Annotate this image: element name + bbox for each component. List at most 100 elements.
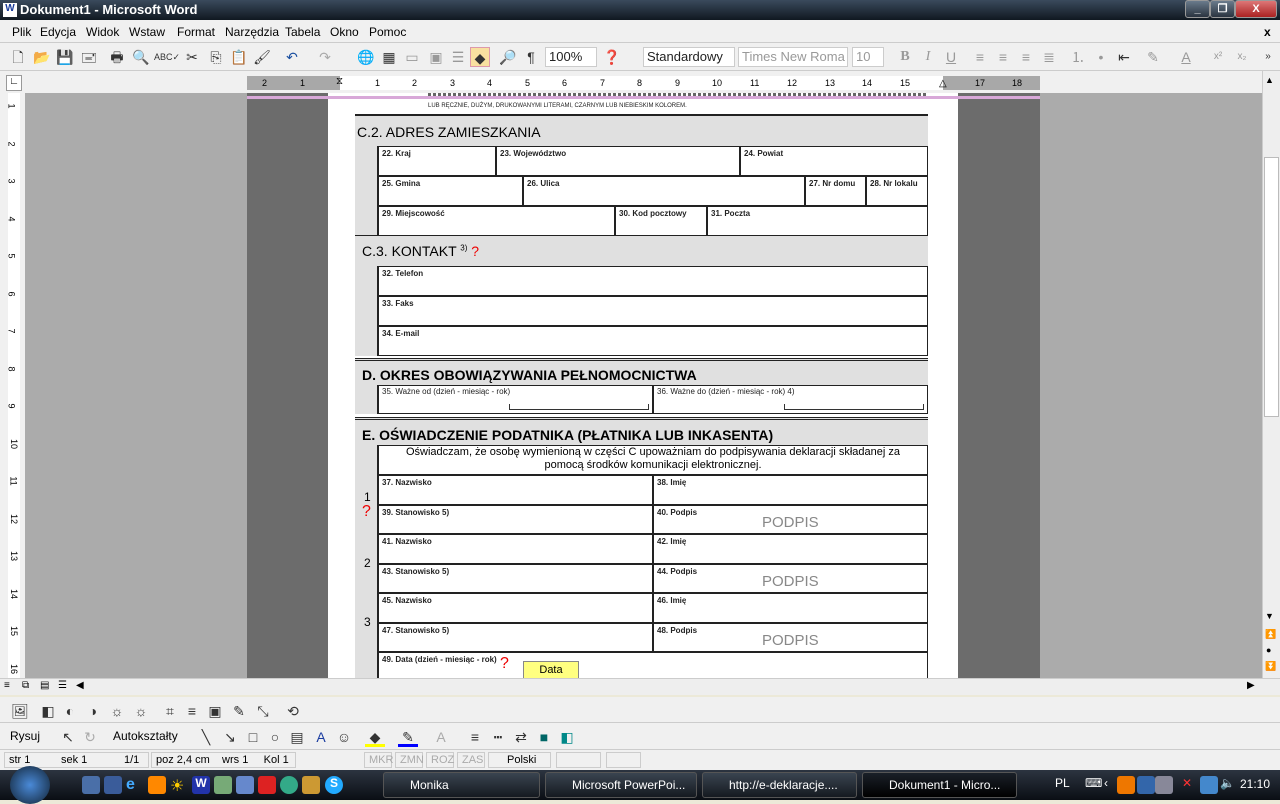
tray-icon[interactable] — [1137, 776, 1155, 794]
surname-field[interactable]: 37. Nazwisko — [378, 475, 653, 505]
scroll-right-icon[interactable]: ▶ — [1247, 680, 1255, 691]
hyperlink-icon[interactable]: 🌐 — [356, 47, 376, 67]
tables-borders-icon[interactable]: ▦ — [379, 47, 399, 67]
app-icon[interactable] — [302, 776, 320, 794]
rectangle-icon[interactable]: □ — [243, 727, 263, 747]
print-layout-icon[interactable]: ▤ — [40, 680, 49, 691]
underline-button[interactable]: U — [941, 47, 961, 67]
contact-field[interactable]: 32. Telefon — [378, 266, 928, 296]
copy-icon[interactable]: ⎘ — [206, 47, 226, 67]
select-browse-object-icon[interactable]: ● — [1266, 645, 1271, 655]
outline-view-icon[interactable]: ☰ — [58, 680, 67, 691]
signature-field[interactable]: 44. Podpis PODPIS — [653, 564, 928, 593]
menu-okno[interactable]: Okno — [330, 25, 359, 39]
tab-selector-icon[interactable]: ∟ — [6, 75, 22, 91]
bullets-icon[interactable]: • — [1091, 47, 1111, 67]
draw-menu[interactable]: Rysuj — [10, 729, 40, 743]
address-field[interactable]: 24. Powiat — [740, 146, 928, 176]
insert-table-icon[interactable]: ▭ — [402, 47, 422, 67]
menu-pomoc[interactable]: Pomoc — [369, 25, 406, 39]
font-select[interactable]: Times New Roma — [738, 47, 848, 67]
signature-field[interactable]: 40. Podpis PODPIS — [653, 505, 928, 534]
help-icon[interactable]: ❓ — [602, 47, 622, 67]
more-brightness-icon[interactable]: ☼ — [107, 701, 127, 721]
decrease-indent-icon[interactable]: ⇤ — [1114, 47, 1134, 67]
toolbar-options-icon[interactable]: » — [1258, 47, 1278, 67]
wordart-icon[interactable]: A — [311, 727, 331, 747]
word-icon[interactable]: W — [192, 776, 210, 794]
position-field[interactable]: 39. Stanowisko 5) — [378, 505, 653, 534]
surname-field[interactable]: 41. Nazwisko — [378, 534, 653, 564]
insert-excel-icon[interactable]: ▣ — [426, 47, 446, 67]
menu-wstaw[interactable]: Wstaw — [129, 25, 165, 39]
print-icon[interactable]: 🖶 — [107, 47, 127, 67]
menu-tabela[interactable]: Tabela — [285, 25, 320, 39]
3d-icon[interactable]: ◧ — [557, 727, 577, 747]
restore-button[interactable]: ❐ — [1210, 0, 1235, 18]
signature-placeholder[interactable]: PODPIS — [762, 632, 819, 649]
task-monika[interactable]: Monika — [383, 772, 540, 798]
address-field[interactable]: 31. Poczta — [707, 206, 928, 236]
skype-icon[interactable]: S — [325, 776, 343, 794]
extend-indicator[interactable]: ROZ — [426, 752, 454, 768]
text-wrapping-icon[interactable]: ▣ — [205, 701, 225, 721]
spelling-icon[interactable]: ABC✓ — [154, 47, 180, 67]
menu-format[interactable]: Format — [177, 25, 215, 39]
clipart-icon[interactable]: ☺ — [334, 727, 354, 747]
shadow-icon[interactable]: ■ — [534, 727, 554, 747]
print-preview-icon[interactable]: 🔍 — [131, 47, 151, 67]
line-style-icon[interactable]: ≡ — [182, 701, 202, 721]
help-icon[interactable]: ? — [471, 243, 479, 259]
menu-plik[interactable]: Plik — [12, 25, 31, 39]
scroll-up-icon[interactable]: ▲ — [1265, 75, 1274, 85]
track-changes-indicator[interactable]: ZMN — [395, 752, 424, 768]
line-color-icon[interactable]: ✎ — [398, 727, 418, 747]
address-field[interactable]: 30. Kod pocztowy — [615, 206, 707, 236]
previous-page-icon[interactable]: ⏫ — [1265, 629, 1276, 640]
minimize-button[interactable]: _ — [1185, 0, 1210, 18]
address-field[interactable]: 25. Gmina — [378, 176, 523, 206]
document-page[interactable]: LUB RĘCZNIE, DUŻYM, DRUKOWANYMI LITERAMI… — [328, 93, 958, 678]
normal-view-icon[interactable]: ≡ — [4, 680, 10, 691]
cut-icon[interactable]: ✂ — [182, 47, 202, 67]
language-bar[interactable]: PL — [1055, 776, 1070, 790]
menu-edycja[interactable]: Edycja — [40, 25, 76, 39]
style-select[interactable]: Standardowy — [643, 47, 735, 67]
signature-placeholder[interactable]: PODPIS — [762, 573, 819, 590]
app-icon[interactable] — [258, 776, 276, 794]
redo-icon[interactable]: ↷ — [315, 47, 335, 67]
font-color-icon[interactable]: A — [1176, 47, 1196, 67]
color-icon[interactable]: ◧ — [38, 701, 58, 721]
sun-icon[interactable]: ☀ — [170, 776, 188, 795]
oval-icon[interactable]: ○ — [265, 727, 285, 747]
overtype-indicator[interactable]: ZAS — [457, 752, 485, 768]
autoshapes-menu[interactable]: Autokształty — [113, 729, 178, 743]
align-center-icon[interactable]: ≡ — [993, 47, 1013, 67]
signature-placeholder[interactable]: PODPIS — [762, 514, 819, 531]
power-icon[interactable]: ✕ — [1182, 776, 1200, 794]
select-objects-icon[interactable]: ↖ — [58, 727, 78, 747]
switch-windows-icon[interactable] — [104, 776, 122, 794]
permission-icon[interactable]: 🖃 — [79, 47, 99, 67]
close-button[interactable]: X — [1235, 0, 1277, 18]
tray-icon[interactable] — [1155, 776, 1173, 794]
rotate-icon[interactable]: ↻ — [80, 727, 100, 747]
globe-icon[interactable] — [280, 776, 298, 794]
fill-color-icon[interactable]: ◆ — [365, 727, 385, 747]
bold-button[interactable]: B — [895, 47, 915, 67]
font-size-select[interactable]: 10 — [852, 47, 884, 67]
menu-widok[interactable]: Widok — [86, 25, 119, 39]
next-page-icon[interactable]: ⏬ — [1265, 661, 1276, 672]
task-browser[interactable]: http://e-deklaracje.... — [702, 772, 857, 798]
arrow-icon[interactable]: ↘ — [220, 727, 240, 747]
horizontal-ruler[interactable]: 2 1 ⧖ 1 2 3 4 5 6 7 8 9 10 11 12 13 14 15 17 18 △ — [247, 76, 1040, 90]
address-field[interactable]: 22. Kraj — [378, 146, 496, 176]
vertical-scrollbar[interactable]: ▲ ▼ ⏫ ● ⏬ — [1262, 71, 1280, 678]
text-box-icon[interactable]: ▤ — [287, 727, 307, 747]
right-indent-marker-icon[interactable]: △ — [939, 78, 947, 89]
first-name-field[interactable]: 38. Imię — [653, 475, 928, 505]
save-icon[interactable]: 💾 — [55, 47, 75, 67]
address-field[interactable]: 29. Miejscowość — [378, 206, 615, 236]
scroll-left-icon[interactable]: ◀ — [76, 680, 84, 691]
address-field[interactable]: 26. Ulica — [523, 176, 805, 206]
